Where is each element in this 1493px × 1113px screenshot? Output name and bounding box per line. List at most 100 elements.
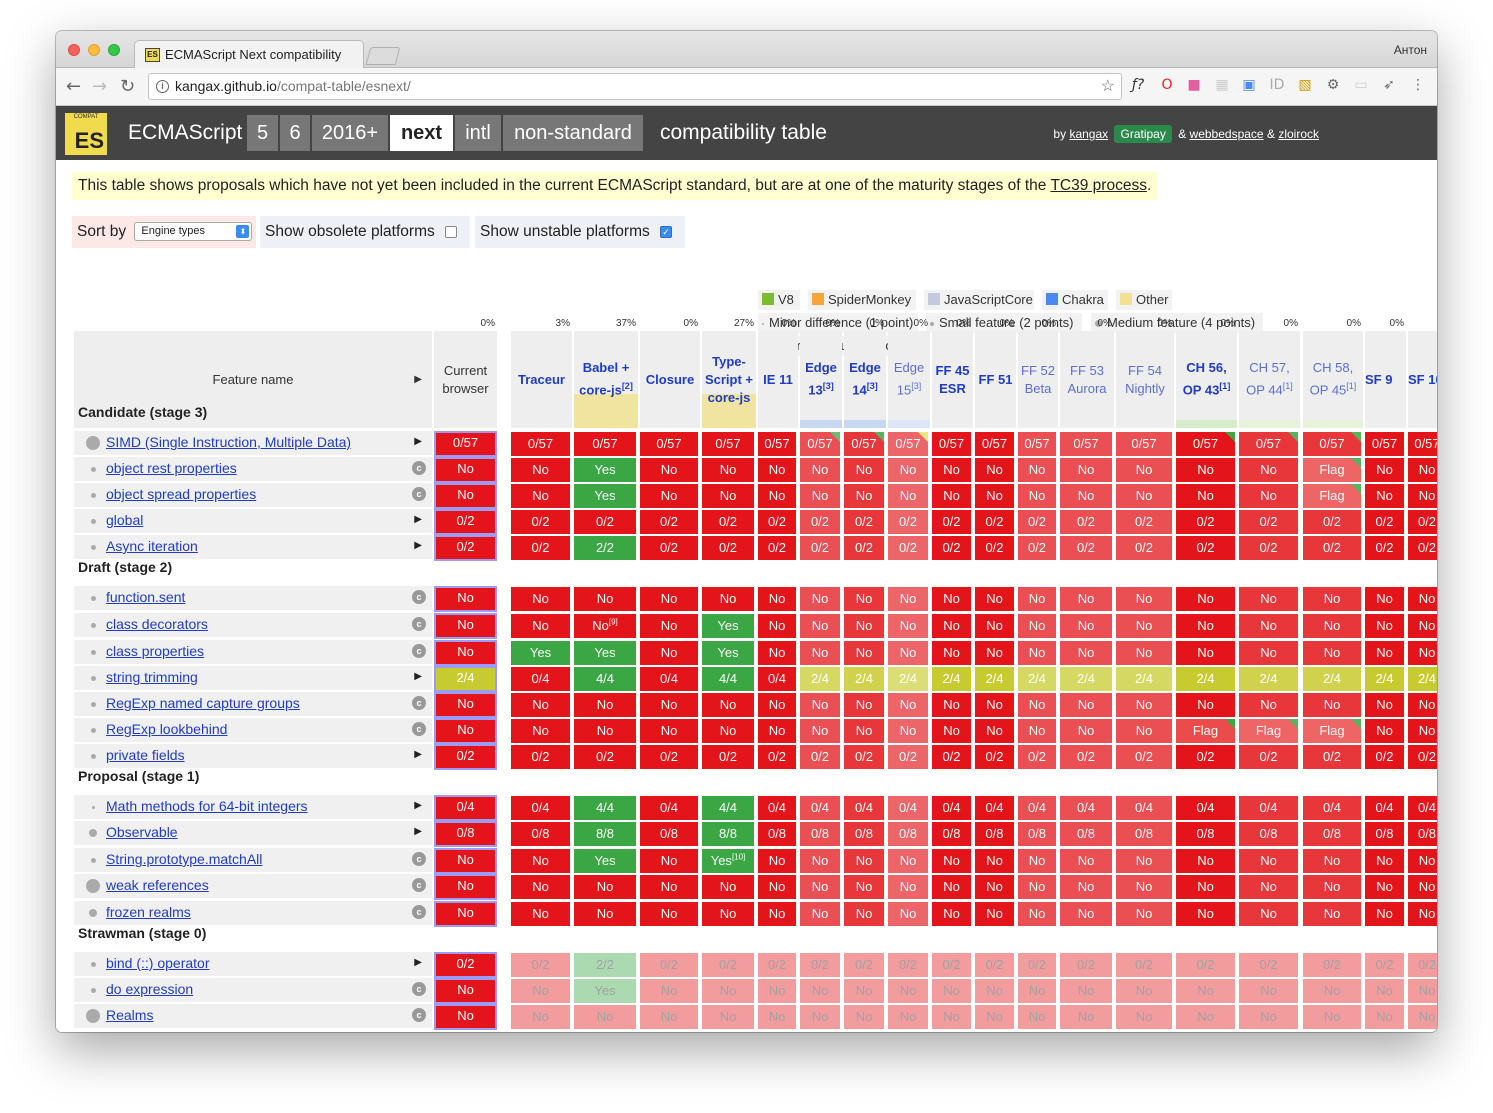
copyright-circle-icon[interactable]: c — [412, 905, 426, 919]
zoom-window-button[interactable] — [108, 44, 120, 56]
expand-triangle-icon[interactable]: ▶ — [414, 826, 422, 837]
feature-link[interactable]: frozen realms — [106, 904, 191, 920]
column-header[interactable]: Edge 15[3] — [888, 331, 930, 428]
color-extension-icon[interactable]: ■ — [1184, 77, 1204, 93]
tc39-link[interactable]: TC39 process — [1050, 177, 1146, 194]
feature-link[interactable]: function.sent — [106, 589, 185, 605]
minimize-window-button[interactable] — [88, 44, 100, 56]
column-header[interactable]: SF 10 — [1408, 331, 1437, 428]
bookmark-star-icon[interactable]: ☆ — [1101, 74, 1115, 99]
author-link-kangax[interactable]: kangax — [1069, 127, 1108, 141]
new-tab-button[interactable] — [365, 47, 401, 65]
feature-link[interactable]: do expression — [106, 981, 193, 997]
lock-extension-icon[interactable]: ▣ — [1239, 77, 1259, 93]
column-header[interactable]: CH 57, OP 44[1] — [1239, 331, 1300, 428]
column-header[interactable]: Babel + core-js[2] — [574, 331, 638, 428]
column-header[interactable]: FF 45 ESR — [932, 331, 973, 428]
expand-triangle-icon[interactable]: ▶ — [414, 749, 422, 760]
column-header[interactable]: SF 9 — [1365, 331, 1406, 428]
obsolete-checkbox[interactable] — [445, 225, 458, 238]
column-header[interactable]: FF 54 Nightly — [1116, 331, 1174, 428]
column-header[interactable]: Type-Script + core-js — [702, 331, 756, 428]
feature-link[interactable]: global — [106, 512, 143, 528]
menu-dots-icon[interactable]: ⋮ — [1408, 77, 1428, 93]
es-logo[interactable]: COMPAT ES — [65, 113, 107, 155]
author-link-webbedspace[interactable]: webbedspace — [1190, 127, 1264, 141]
footnote-ref[interactable]: [1] — [1346, 381, 1356, 391]
footnote-ref[interactable]: [1] — [1219, 381, 1230, 391]
feature-link[interactable]: string trimming — [106, 669, 198, 685]
feature-link[interactable]: String.prototype.matchAll — [106, 851, 262, 867]
feature-link[interactable]: bind (::) operator — [106, 955, 210, 971]
expand-triangle-icon[interactable]: ▶ — [414, 671, 422, 682]
copyright-circle-icon[interactable]: c — [412, 852, 426, 866]
copyright-circle-icon[interactable]: c — [412, 878, 426, 892]
copyright-circle-icon[interactable]: c — [412, 1008, 426, 1022]
column-header[interactable]: CH 58, OP 45[1] — [1303, 331, 1363, 428]
copyright-circle-icon[interactable]: c — [412, 590, 426, 604]
column-header[interactable]: FF 52 Beta — [1018, 331, 1058, 428]
copyright-circle-icon[interactable]: c — [412, 487, 426, 501]
feature-link[interactable]: weak references — [106, 877, 209, 893]
column-header[interactable]: FF 53 Aurora — [1060, 331, 1114, 428]
copyright-circle-icon[interactable]: c — [412, 461, 426, 475]
fonts-extension-icon[interactable]: ƒ? — [1128, 77, 1148, 93]
feature-link[interactable]: class decorators — [106, 616, 208, 632]
column-header[interactable]: Edge 14[3] — [844, 331, 886, 428]
opera-extension-icon[interactable]: O — [1157, 77, 1177, 93]
sort-select[interactable]: Engine types ⬍ — [134, 222, 253, 242]
feature-link[interactable]: SIMD (Single Instruction, Multiple Data) — [106, 434, 351, 450]
footnote-ref[interactable]: [3] — [911, 381, 921, 391]
version-tab-5[interactable]: 5 — [247, 115, 278, 151]
footnote-ref[interactable]: [3] — [823, 381, 834, 391]
address-bar[interactable]: i kangax.github.io/compat-table/esnext/ … — [148, 73, 1122, 100]
feature-link[interactable]: RegExp named capture groups — [106, 695, 300, 711]
grid-extension-icon[interactable]: ▦ — [1212, 77, 1232, 93]
copyright-circle-icon[interactable]: c — [412, 982, 426, 996]
feature-link[interactable]: private fields — [106, 747, 185, 763]
footnote-ref[interactable]: [9] — [609, 618, 618, 627]
copyright-circle-icon[interactable]: c — [412, 617, 426, 631]
unstable-checkbox[interactable]: ✓ — [660, 225, 673, 238]
expand-triangle-icon[interactable]: ▶ — [414, 957, 422, 968]
browser-tab[interactable]: ES ECMAScript Next compatibility — [134, 40, 364, 68]
copyright-circle-icon[interactable]: c — [412, 722, 426, 736]
chat-extension-icon[interactable]: ▭ — [1351, 77, 1371, 93]
column-header[interactable]: Current browser — [434, 331, 497, 428]
version-tab-next[interactable]: next — [390, 115, 453, 151]
stripes-extension-icon[interactable]: ▧ — [1295, 77, 1315, 93]
feature-link[interactable]: Async iteration — [106, 538, 198, 554]
copyright-circle-icon[interactable]: c — [412, 696, 426, 710]
forward-arrow-icon[interactable]: → — [92, 76, 107, 97]
rocket-extension-icon[interactable]: ➶ — [1379, 77, 1399, 93]
column-header[interactable]: Traceur — [511, 331, 572, 428]
column-header[interactable]: Closure — [640, 331, 700, 428]
footnote-ref[interactable]: [3] — [867, 381, 878, 391]
feature-link[interactable]: Observable — [106, 824, 178, 840]
close-window-button[interactable] — [68, 44, 80, 56]
copyright-circle-icon[interactable]: c — [412, 644, 426, 658]
expand-triangle-icon[interactable]: ▶ — [414, 540, 422, 551]
feature-link[interactable]: Math methods for 64-bit integers — [106, 798, 308, 814]
footnote-ref[interactable]: [2] — [622, 381, 633, 391]
expand-triangle-icon[interactable]: ▶ — [414, 800, 422, 811]
gratipay-button[interactable]: Gratipay — [1114, 125, 1172, 143]
version-tab-2016[interactable]: 2016+ — [312, 115, 388, 151]
id-extension-icon[interactable]: ID — [1267, 77, 1287, 93]
profile-name[interactable]: Антон — [1394, 43, 1427, 57]
feature-link[interactable]: Realms — [106, 1007, 153, 1023]
reload-icon[interactable]: ↻ — [120, 76, 135, 97]
gear-extension-icon[interactable]: ⚙ — [1323, 77, 1343, 93]
feature-link[interactable]: class properties — [106, 643, 204, 659]
column-header[interactable]: CH 56, OP 43[1] — [1176, 331, 1237, 428]
feature-link[interactable]: object rest properties — [106, 460, 237, 476]
expand-all-triangle-icon[interactable]: ▶ — [414, 331, 422, 428]
column-header[interactable]: Edge 13[3] — [800, 331, 842, 428]
column-header[interactable]: IE 11 — [758, 331, 798, 428]
author-link-zloirock[interactable]: zloirock — [1278, 127, 1319, 141]
expand-triangle-icon[interactable]: ▶ — [414, 436, 422, 447]
footnote-ref[interactable]: [1] — [1283, 381, 1293, 391]
column-header[interactable]: FF 51 — [975, 331, 1016, 428]
feature-link[interactable]: RegExp lookbehind — [106, 721, 227, 737]
version-tab-6[interactable]: 6 — [280, 115, 310, 151]
